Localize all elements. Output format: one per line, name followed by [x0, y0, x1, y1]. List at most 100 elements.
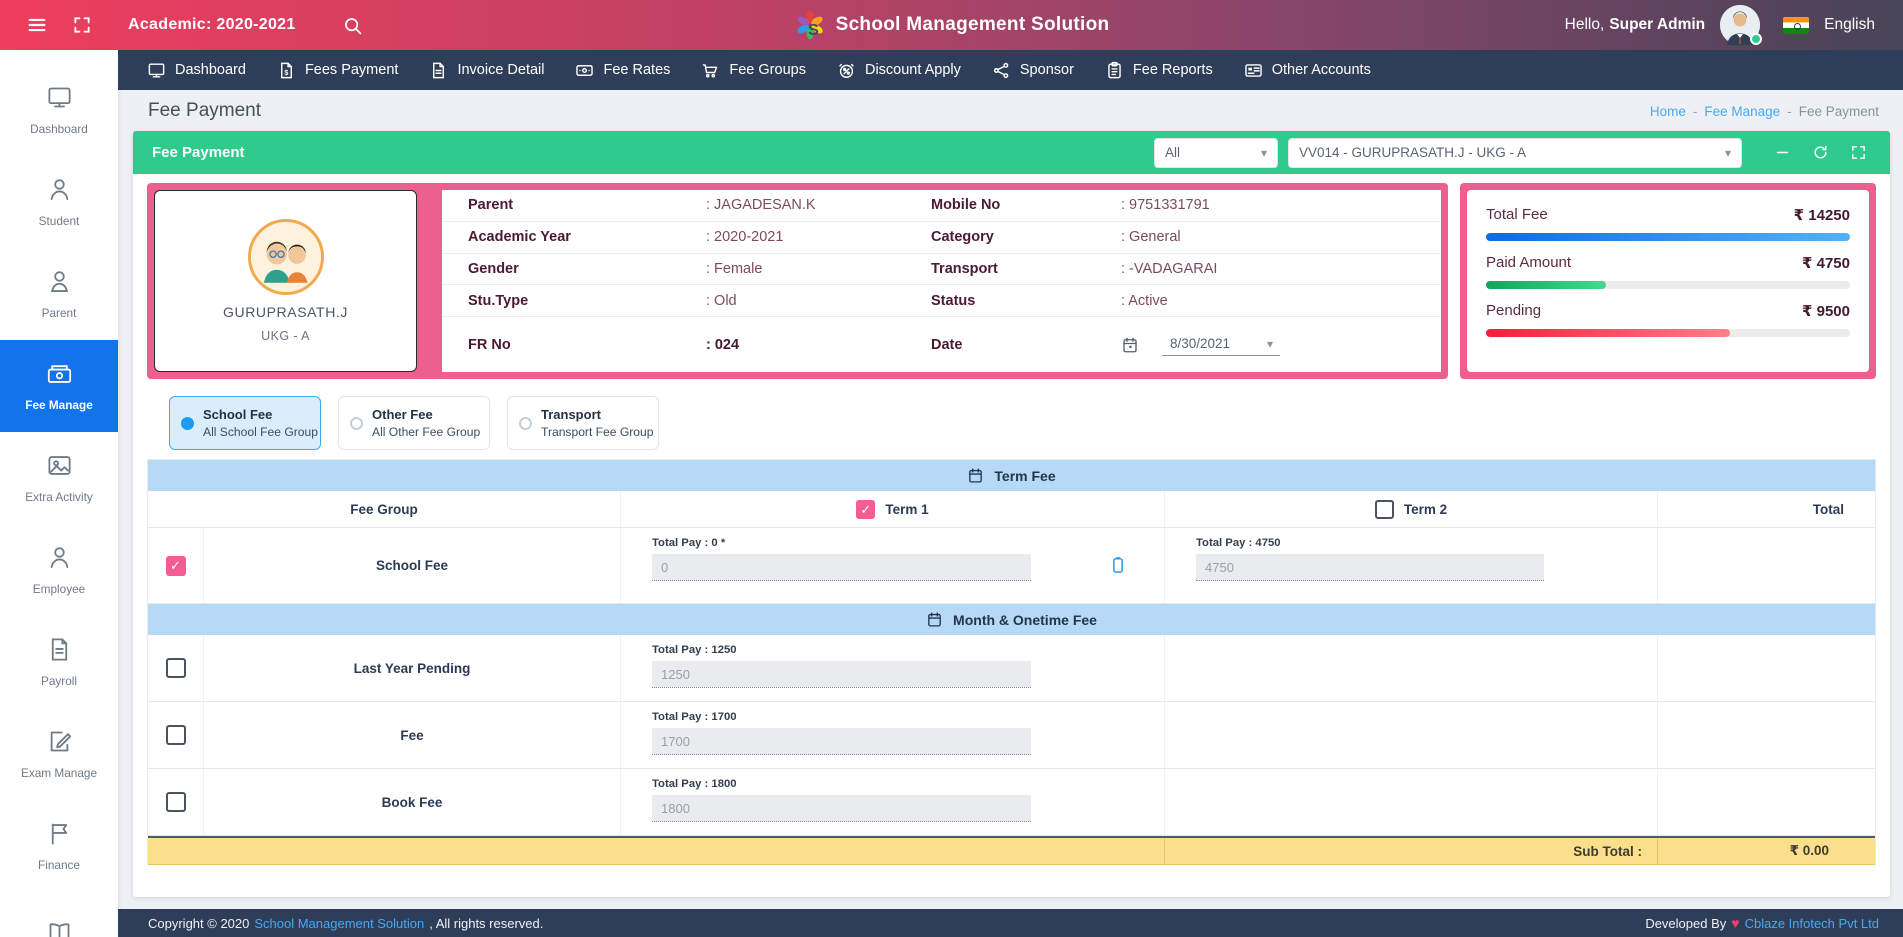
fee-amount-input[interactable] [652, 728, 1031, 755]
page-title: Fee Payment [148, 100, 261, 122]
sidebar-item-student[interactable]: Student [0, 156, 118, 248]
radio-other-fee[interactable] [350, 417, 363, 430]
hamburger-menu-icon[interactable] [26, 14, 48, 36]
fee-group-name: Fee [203, 702, 620, 768]
sidebar-item-extra-activity[interactable]: Extra Activity [0, 432, 118, 524]
nav-item-invoice-detail[interactable]: Invoice Detail [429, 61, 544, 80]
fee-group-name: Book Fee [203, 769, 620, 835]
sidebar-item-parent[interactable]: Parent [0, 248, 118, 340]
sidebar-item-finance[interactable]: Finance [0, 800, 118, 892]
sidebar-item-employee[interactable]: Employee [0, 524, 118, 616]
total-fee-summary: Total Fee ₹ 14250 [1486, 206, 1850, 241]
tab-other-fee[interactable]: Other Fee All Other Fee Group [338, 396, 490, 450]
image-icon [46, 452, 73, 479]
nav-item-other-accounts[interactable]: Other Accounts [1244, 61, 1371, 80]
col-term1: Term 1 [620, 491, 1164, 527]
payroll-file-icon [46, 636, 73, 663]
radio-transport-fee[interactable] [519, 417, 532, 430]
footer: Copyright © 2020 School Management Solut… [118, 909, 1903, 937]
row-total-cell [1657, 635, 1875, 701]
tab-transport-fee[interactable]: Transport Transport Fee Group [507, 396, 659, 450]
fee-group-name: Last Year Pending [203, 635, 620, 701]
detail-row: Gender : Female Transport : -VADAGARAI [442, 254, 1441, 286]
tab-school-fee[interactable]: School Fee All School Fee Group [169, 396, 321, 450]
parent-person-icon [46, 268, 73, 295]
fee-table: Term Fee Fee Group Term 1 Term 2 Total [147, 459, 1876, 865]
finance-flag-icon [46, 820, 73, 847]
col-fee-group: Fee Group [148, 491, 620, 527]
nav-item-sponsor[interactable]: Sponsor [992, 61, 1074, 80]
term2-checkbox[interactable] [1375, 500, 1394, 519]
refresh-icon[interactable] [1812, 144, 1829, 161]
nav-item-discount-apply[interactable]: Discount Apply [837, 61, 961, 80]
user-name: Super Admin [1609, 16, 1705, 33]
term2-amount-input[interactable] [1196, 554, 1544, 581]
nav-item-fees-payment[interactable]: $ Fees Payment [277, 61, 399, 80]
fee-group-name: School Fee [203, 528, 620, 603]
copy-amount-icon[interactable] [1108, 555, 1128, 575]
file-dollar-icon: $ [277, 61, 296, 80]
month-fee-section-header: Month & Onetime Fee [148, 604, 1875, 635]
sidebar-item-library[interactable] [0, 892, 118, 937]
sidebar-item-exam-manage[interactable]: Exam Manage [0, 708, 118, 800]
detail-row: Academic Year : 2020-2021 Category : Gen… [442, 222, 1441, 254]
sidebar-item-payroll[interactable]: Payroll [0, 616, 118, 708]
nav-item-fee-rates[interactable]: Fee Rates [575, 61, 670, 80]
student-select[interactable]: VV014 - GURUPRASATH.J - UKG - A [1288, 138, 1742, 168]
academic-year-label[interactable]: Academic: 2020-2021 [128, 16, 296, 34]
term-fee-section-header: Term Fee [148, 460, 1875, 491]
radio-school-fee[interactable] [181, 417, 194, 430]
fullscreen-icon[interactable] [72, 15, 92, 35]
clipboard-report-icon [1105, 61, 1124, 80]
fee-payment-panel: Fee Payment All VV014 - GURUPRASATH.J - … [133, 131, 1890, 897]
calendar-icon [967, 467, 984, 484]
book-fee-amount-input[interactable] [652, 795, 1031, 822]
detail-row: Stu.Type : Old Status : Active [442, 285, 1441, 317]
student-info-panel: GURUPRASATH.J UKG - A Parent : JAGADESAN… [147, 183, 1448, 379]
term1-checkbox[interactable] [856, 500, 875, 519]
footer-brand-link[interactable]: School Management Solution [254, 916, 424, 931]
cart-icon [701, 61, 720, 80]
svg-text:$: $ [284, 68, 288, 76]
subtotal-value: ₹ 0.00 [1657, 838, 1875, 864]
book-fee-checkbox[interactable] [166, 792, 186, 812]
fee-filter-select[interactable]: All [1154, 138, 1278, 168]
search-icon[interactable] [342, 15, 363, 36]
breadcrumb-home[interactable]: Home [1650, 104, 1686, 119]
expand-icon[interactable] [1850, 144, 1867, 161]
book-icon [46, 919, 73, 937]
money-card-icon [575, 61, 594, 80]
language-selector[interactable]: English [1824, 16, 1875, 34]
pending-progress [1486, 329, 1850, 337]
col-total: Total [1657, 491, 1875, 527]
pay-label: Total Pay : 1800 [652, 778, 1164, 790]
nav-item-fee-groups[interactable]: Fee Groups [701, 61, 806, 80]
panel-header: Fee Payment All VV014 - GURUPRASATH.J - … [133, 131, 1890, 174]
footer-company-link[interactable]: Cblaze Infotech Pvt Ltd [1745, 916, 1879, 931]
collapse-icon[interactable] [1774, 144, 1791, 161]
date-select[interactable]: 8/30/2021 [1162, 334, 1280, 356]
total-fee-amount: ₹ 14250 [1794, 206, 1850, 224]
student-name: GURUPRASATH.J [223, 304, 348, 320]
subtotal-row: Sub Total : ₹ 0.00 [148, 836, 1875, 865]
nav-item-fee-reports[interactable]: Fee Reports [1105, 61, 1213, 80]
detail-row-date: FR No : 024 Date 8/30/2021 [442, 317, 1441, 372]
sidebar-item-fee-manage[interactable]: Fee Manage [0, 340, 118, 432]
term1-amount-input[interactable] [652, 554, 1031, 581]
paid-amount-summary: Paid Amount ₹ 4750 [1486, 254, 1850, 289]
exam-edit-icon [46, 728, 73, 755]
online-status-dot [1750, 33, 1762, 45]
last-year-pending-checkbox[interactable] [166, 658, 186, 678]
sidebar-item-dashboard[interactable]: Dashboard [0, 64, 118, 156]
detail-row: Parent : JAGADESAN.K Mobile No : 9751331… [442, 190, 1441, 222]
student-person-icon [46, 176, 73, 203]
monitor-icon [46, 84, 73, 111]
cash-icon [46, 360, 73, 387]
fee-checkbox[interactable] [166, 725, 186, 745]
breadcrumb-fee-manage[interactable]: Fee Manage [1704, 104, 1780, 119]
school-fee-checkbox[interactable] [166, 556, 186, 576]
nav-item-dashboard[interactable]: Dashboard [147, 61, 246, 80]
fee-type-tabs: School Fee All School Fee Group Other Fe… [169, 396, 1876, 450]
avatar[interactable] [1720, 5, 1760, 45]
last-year-pending-input[interactable] [652, 661, 1031, 688]
